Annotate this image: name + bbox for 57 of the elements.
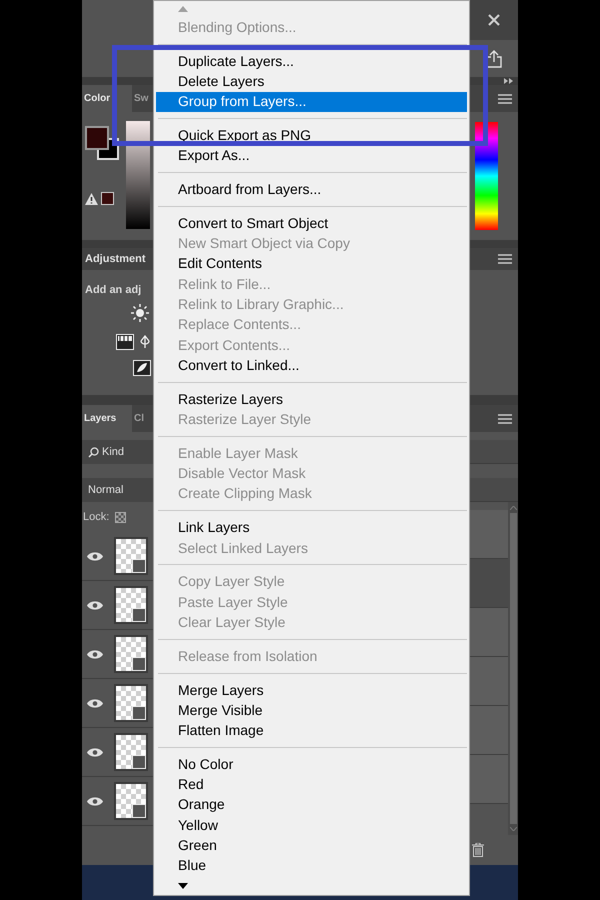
- eye-icon[interactable]: [86, 796, 104, 806]
- menu-item[interactable]: Edit Contents: [156, 254, 467, 274]
- menu-item[interactable]: Group from Layers...: [156, 92, 467, 112]
- smart-object-badge: [132, 608, 146, 622]
- menu-icon[interactable]: [498, 414, 512, 424]
- menu-item[interactable]: Merge Layers: [156, 680, 467, 700]
- blend-mode-dropdown[interactable]: Normal: [82, 478, 153, 502]
- smart-object-badge: [132, 804, 146, 818]
- eye-icon[interactable]: [86, 746, 104, 758]
- smart-object-badge: [132, 706, 146, 720]
- eye-icon[interactable]: [86, 600, 104, 610]
- lock-label: Lock:: [83, 510, 110, 525]
- panel-tab[interactable]: Color: [82, 85, 132, 112]
- menu-item[interactable]: Duplicate Layers...: [156, 50, 467, 72]
- share-icon[interactable]: [485, 50, 503, 68]
- smart-object-badge: [132, 755, 146, 769]
- panel-tab[interactable]: Layers: [82, 405, 132, 432]
- menu-item[interactable]: Convert to Linked...: [156, 355, 467, 376]
- lock-transparency-icon[interactable]: [115, 512, 126, 522]
- scale-icon[interactable]: [140, 334, 150, 348]
- smart-object-badge: [132, 657, 146, 671]
- close-icon[interactable]: [488, 14, 500, 26]
- menu-item[interactable]: Convert to Smart Object: [156, 213, 467, 234]
- menu-icon[interactable]: [498, 94, 512, 104]
- eye-icon[interactable]: [86, 698, 104, 708]
- eye-icon[interactable]: [86, 648, 104, 660]
- panel-title: Adjustment: [85, 252, 146, 267]
- photo-filter-icon[interactable]: [133, 360, 151, 376]
- menu-item[interactable]: Yellow: [156, 815, 467, 836]
- menu-item[interactable]: Link Layers: [156, 518, 467, 538]
- smart-object-badge: [132, 559, 146, 573]
- brightness-icon[interactable]: [131, 304, 149, 322]
- menu-item[interactable]: Green: [156, 835, 467, 856]
- menu-item[interactable]: Export As...: [156, 146, 467, 166]
- scroll-down-icon[interactable]: [178, 882, 188, 888]
- menu-item[interactable]: Artboard from Layers...: [156, 179, 467, 200]
- search-icon: [88, 446, 99, 458]
- menu-icon[interactable]: [498, 254, 512, 264]
- menu-item[interactable]: Merge Visible: [156, 700, 467, 720]
- menu-item[interactable]: Rasterize Layers: [156, 389, 467, 410]
- hue-spectrum-bar[interactable]: [475, 122, 498, 230]
- adjustments-hint: Add an adj: [85, 283, 142, 298]
- warning-icon: [85, 192, 98, 204]
- filter-field[interactable]: Kind: [82, 440, 153, 464]
- gamut-swatch[interactable]: [101, 192, 114, 205]
- filter-field-end[interactable]: [470, 440, 518, 464]
- levels-icon[interactable]: [116, 334, 134, 350]
- eye-icon[interactable]: [86, 550, 104, 562]
- menu-item[interactable]: Orange: [156, 794, 467, 816]
- menu-item[interactable]: Flatten Image: [156, 720, 467, 741]
- foreground-swatch[interactable]: [85, 126, 109, 150]
- menu-item[interactable]: Red: [156, 774, 467, 795]
- menu-item[interactable]: No Color: [156, 754, 467, 775]
- menu-item[interactable]: Quick Export as PNG: [156, 125, 467, 146]
- menu-item[interactable]: Blue: [156, 856, 467, 876]
- menu-item[interactable]: Delete Layers: [156, 71, 467, 92]
- trash-icon[interactable]: [472, 843, 484, 857]
